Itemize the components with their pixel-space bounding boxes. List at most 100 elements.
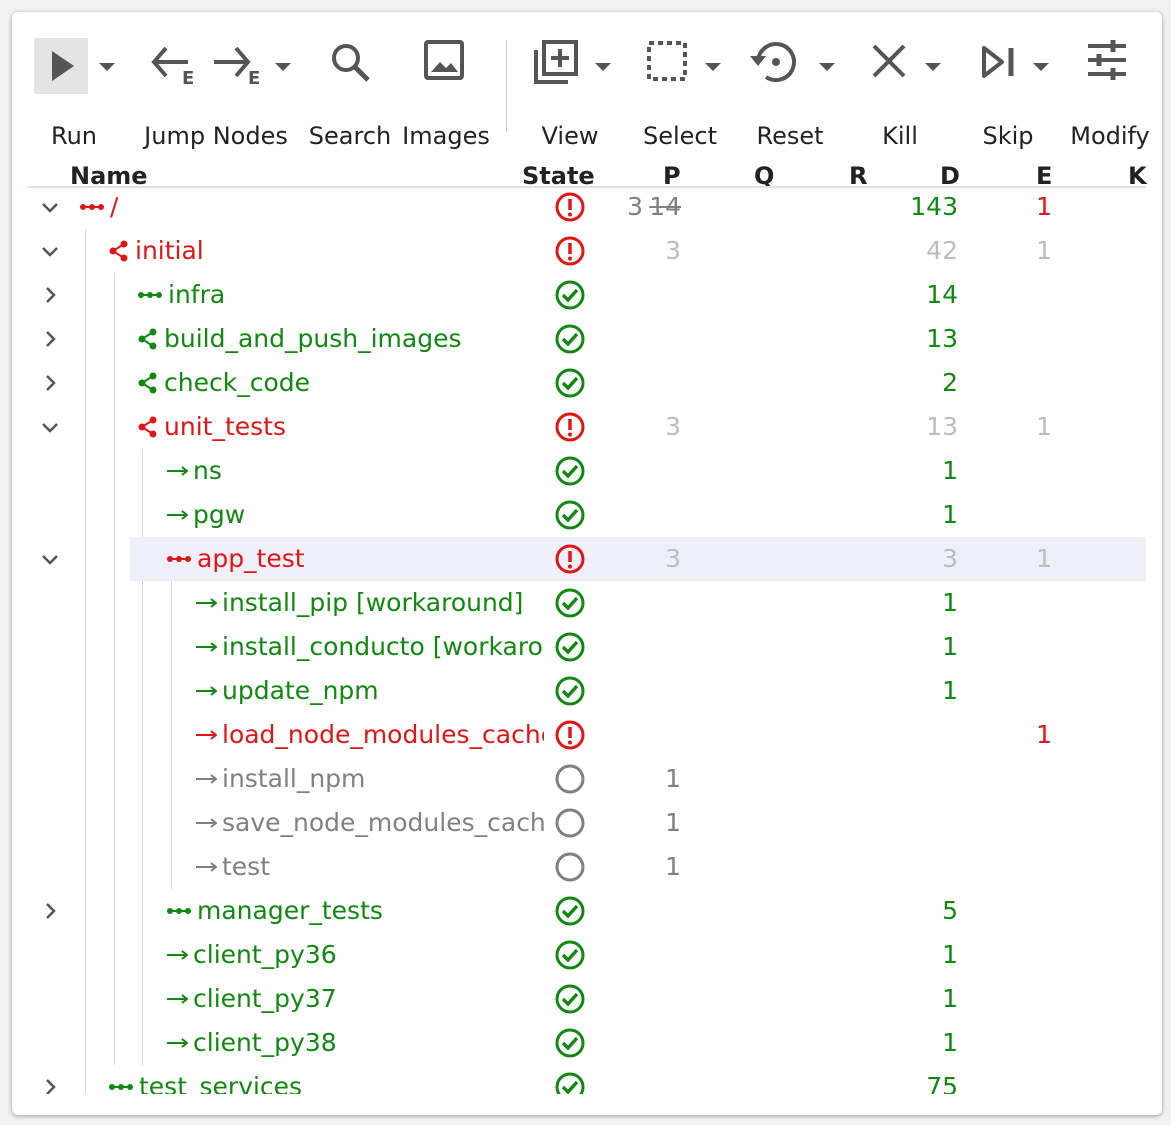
parallel-node-icon (138, 328, 157, 350)
count-done: 1 (942, 456, 958, 485)
node-name[interactable]: / (110, 192, 118, 221)
node-name[interactable]: update_npm (222, 676, 379, 705)
node-name[interactable]: install_npm (222, 764, 365, 793)
exec-node-icon (167, 466, 188, 476)
node-name[interactable]: build_and_push_images (164, 324, 462, 353)
node-name[interactable]: app_test (197, 544, 305, 573)
tree-row[interactable]: load_node_modules_cache 1 (12, 713, 1162, 757)
node-name[interactable]: infra (168, 280, 225, 309)
node-name[interactable]: ns (193, 456, 222, 485)
tree-row[interactable]: test 1 (12, 845, 1162, 889)
node-name[interactable]: test (222, 852, 270, 881)
node-name[interactable]: manager_tests (197, 896, 383, 925)
tree-row[interactable]: client_py38 1 (12, 1021, 1162, 1065)
check-circle-icon (555, 280, 585, 310)
node-name[interactable]: initial (135, 236, 204, 265)
node-name[interactable]: install_conducto [workaround] (222, 632, 544, 661)
pending-circle-icon (555, 764, 585, 794)
tree-row[interactable]: install_pip [workaround] 1 (12, 581, 1162, 625)
chevron-down-icon[interactable] (40, 241, 60, 261)
serial-node-icon (138, 292, 162, 298)
count-done: 42 (926, 236, 958, 265)
node-name[interactable]: client_py37 (193, 984, 337, 1013)
check-circle-icon (555, 1072, 585, 1094)
count-error: 1 (1036, 236, 1052, 265)
node-tree: / 3 14 143 1 initial 3 42 1 infra 14 build_and_push… (12, 12, 1162, 1094)
tree-row[interactable]: check_code 2 (12, 361, 1162, 405)
check-circle-icon (555, 368, 585, 398)
count-done: 5 (942, 896, 958, 925)
node-name[interactable]: load_node_modules_cache (222, 720, 544, 749)
tree-row[interactable]: unit_tests 3 13 1 (12, 405, 1162, 449)
chevron-right-icon[interactable] (40, 1077, 60, 1094)
tree-row[interactable]: build_and_push_images 13 (12, 317, 1162, 361)
tree-row[interactable]: manager_tests 5 (12, 889, 1162, 933)
tree-row[interactable]: client_py37 1 (12, 977, 1162, 1021)
exec-node-icon (196, 598, 217, 608)
node-name[interactable]: client_py38 (193, 1028, 337, 1057)
count-done: 1 (942, 984, 958, 1013)
count-done: 1 (942, 940, 958, 969)
chevron-right-icon[interactable] (40, 329, 60, 349)
error-icon (555, 720, 585, 750)
exec-node-icon (196, 686, 217, 696)
node-name[interactable]: check_code (164, 368, 310, 397)
tree-row[interactable]: update_npm 1 (12, 669, 1162, 713)
node-name[interactable]: client_py36 (193, 940, 337, 969)
chevron-down-icon[interactable] (40, 549, 60, 569)
chevron-right-icon[interactable] (40, 285, 60, 305)
count-error: 1 (1036, 544, 1052, 573)
tree-row[interactable]: /3 14 143 1 (12, 185, 1162, 229)
tree-row[interactable]: ns 1 (12, 449, 1162, 493)
count-error: 1 (1036, 192, 1052, 221)
exec-node-icon (196, 642, 217, 652)
parallel-node-icon (138, 372, 157, 394)
count-pending: 1 (665, 852, 681, 881)
tree-row[interactable]: initial 3 42 1 (12, 229, 1162, 273)
parallel-node-icon (109, 240, 128, 262)
serial-node-icon (80, 204, 104, 210)
serial-node-icon (167, 556, 191, 562)
count-done: 1 (942, 588, 958, 617)
exec-node-icon (196, 818, 217, 828)
count-done: 13 (926, 324, 958, 353)
parallel-node-icon (138, 416, 157, 438)
serial-node-icon (109, 1084, 133, 1090)
chevron-down-icon[interactable] (40, 197, 60, 217)
pipeline-panel: Run E E Jump Nodes Search Images View Se… (12, 12, 1162, 1115)
chevron-right-icon[interactable] (40, 373, 60, 393)
tree-row[interactable]: test_services 75 (12, 1065, 1162, 1094)
count-done: 1 (942, 1028, 958, 1057)
check-circle-icon (555, 500, 585, 530)
exec-node-icon (167, 950, 188, 960)
exec-node-icon (167, 1038, 188, 1048)
count-done: 143 (910, 192, 958, 221)
pending-circle-icon (555, 852, 585, 882)
count-pending: 1 (665, 808, 681, 837)
tree-row[interactable]: install_npm 1 (12, 757, 1162, 801)
node-name[interactable]: test_services (139, 1072, 302, 1094)
tree-row[interactable]: infra 14 (12, 273, 1162, 317)
check-circle-icon (555, 1028, 585, 1058)
node-name[interactable]: install_pip [workaround] (222, 588, 523, 617)
count-pending-previous: 14 (649, 192, 681, 221)
count-done: 1 (942, 632, 958, 661)
tree-row[interactable]: install_conducto [workaround] 1 (12, 625, 1162, 669)
chevron-right-icon[interactable] (40, 901, 60, 921)
count-done: 14 (926, 280, 958, 309)
tree-row[interactable]: app_test 3 3 1 (12, 537, 1162, 581)
count-done: 1 (942, 676, 958, 705)
check-circle-icon (555, 588, 585, 618)
exec-node-icon (196, 862, 217, 872)
exec-node-icon (167, 994, 188, 1004)
node-name[interactable]: unit_tests (164, 412, 286, 441)
count-done: 75 (926, 1072, 958, 1094)
tree-row[interactable]: save_node_modules_cache 1 (12, 801, 1162, 845)
exec-node-icon (196, 774, 217, 784)
node-name[interactable]: pgw (193, 500, 245, 529)
chevron-down-icon[interactable] (40, 417, 60, 437)
node-name[interactable]: save_node_modules_cache (222, 808, 544, 837)
check-circle-icon (555, 984, 585, 1014)
tree-row[interactable]: pgw 1 (12, 493, 1162, 537)
tree-row[interactable]: client_py36 1 (12, 933, 1162, 977)
